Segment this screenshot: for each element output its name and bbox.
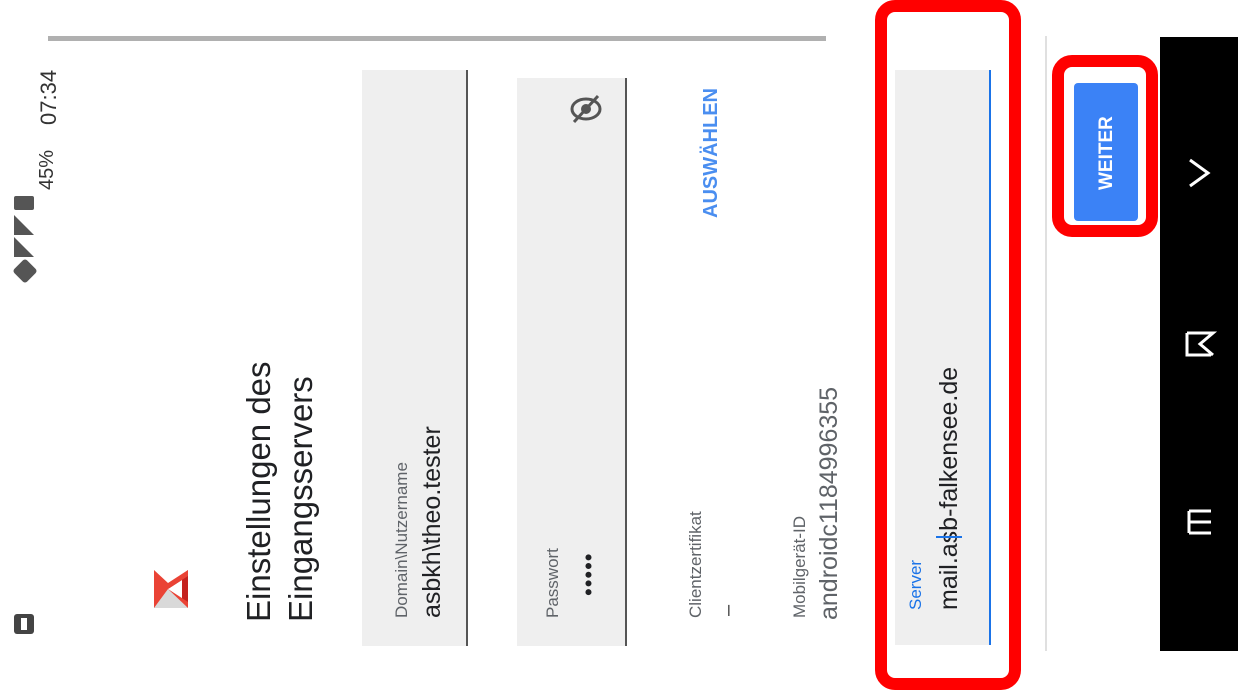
recent-apps-icon[interactable] [1181, 503, 1219, 541]
divider [1045, 36, 1047, 651]
client-certificate-value: – [717, 604, 739, 616]
domain-username-label: Domain\Nutzername [392, 462, 411, 618]
client-certificate-label: Clientzertifikat [686, 511, 705, 618]
progress-bar [48, 36, 826, 41]
signal-icon-2 [14, 237, 34, 257]
highlight-server-field [875, 0, 1021, 690]
gmail-logo-icon [154, 570, 188, 608]
domain-username-field[interactable] [362, 70, 468, 646]
notification-icon [14, 614, 34, 634]
password-value[interactable]: ••••• [576, 552, 602, 596]
device-id-label: Mobilgerät-ID [790, 515, 809, 618]
domain-username-value[interactable]: asbkh\theo.tester [418, 426, 447, 618]
chevron-down-icon[interactable] [1180, 154, 1218, 192]
battery-percent: 45% [36, 149, 58, 190]
password-label: Passwort [543, 548, 562, 618]
status-time: 07:34 [36, 69, 61, 125]
page-title: Einstellungen des [240, 361, 277, 622]
battery-icon [14, 196, 34, 210]
select-certificate-button[interactable]: AUSWÄHLEN [700, 88, 723, 218]
device-id-value: androidc1184996355 [815, 386, 843, 620]
password-field[interactable] [517, 78, 627, 646]
page-title-line2: Eingangsservers [282, 376, 319, 622]
eye-off-icon[interactable] [566, 92, 606, 126]
back-icon[interactable] [1181, 325, 1219, 363]
signal-icon [14, 215, 34, 235]
highlight-next-button [1052, 55, 1158, 237]
